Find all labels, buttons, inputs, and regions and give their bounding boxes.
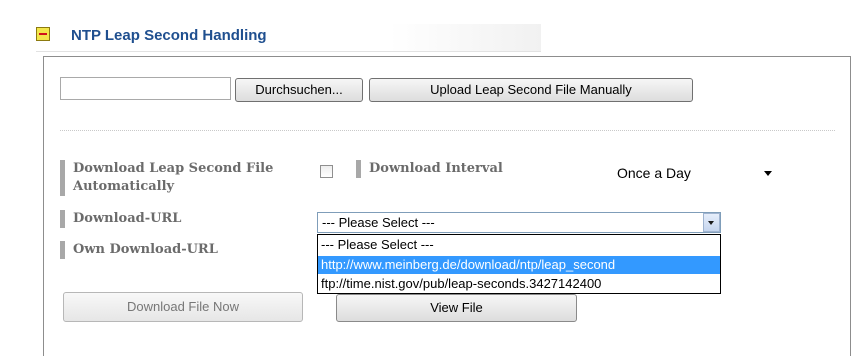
leap-file-input[interactable] [60, 77, 231, 100]
collapse-minus-icon[interactable] [36, 27, 50, 41]
minus-bar [39, 33, 47, 35]
browse-button[interactable]: Durchsuchen... [235, 78, 363, 102]
upload-manually-button[interactable]: Upload Leap Second File Manually [369, 78, 693, 102]
auto-download-checkbox[interactable] [320, 165, 333, 178]
download-interval-select[interactable]: Once a Day [609, 162, 780, 183]
section-title: NTP Leap Second Handling [71, 27, 267, 44]
download-url-options: --- Please Select --- http://www.meinber… [317, 234, 721, 294]
view-file-button[interactable]: View File [336, 294, 577, 322]
own-download-url-label: Own Download-URL [60, 241, 218, 259]
download-url-label: Download-URL [60, 210, 181, 228]
download-url-select[interactable]: --- Please Select --- [317, 212, 721, 233]
dropdown-option[interactable]: ftp://time.nist.gov/pub/leap-seconds.342… [318, 275, 720, 293]
dropdown-option-highlighted[interactable]: http://www.meinberg.de/download/ntp/leap… [318, 256, 720, 274]
dropdown-arrow-button[interactable] [703, 213, 720, 232]
chevron-down-icon [708, 221, 714, 225]
dropdown-option[interactable]: --- Please Select --- [318, 236, 720, 254]
download-file-now-button[interactable]: Download File Now [63, 292, 303, 322]
dotted-divider [60, 130, 835, 131]
download-url-value: --- Please Select --- [322, 215, 435, 230]
download-interval-label: Download Interval [356, 160, 503, 178]
download-interval-value: Once a Day [617, 165, 691, 181]
auto-download-label: Download Leap Second File Automatically [60, 160, 313, 196]
section-header: NTP Leap Second Handling [36, 24, 541, 52]
chevron-down-icon [764, 171, 772, 176]
